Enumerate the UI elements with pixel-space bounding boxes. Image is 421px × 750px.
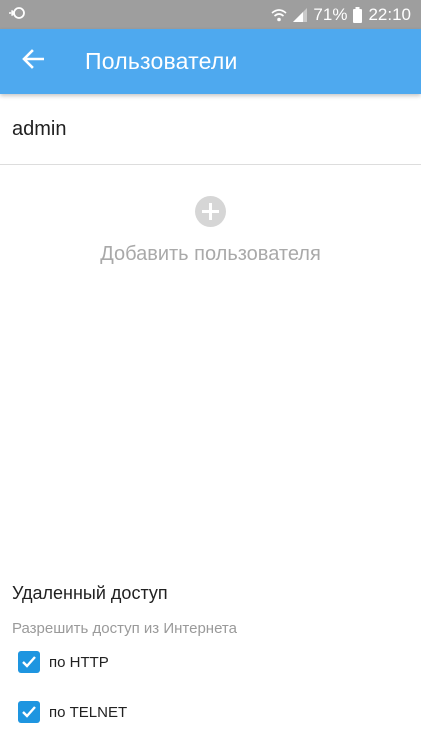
telnet-access-checkbox[interactable]: по TELNET bbox=[18, 699, 127, 725]
page-title: Пользователи bbox=[85, 48, 238, 74]
remote-access-title: Удаленный доступ bbox=[12, 583, 168, 603]
plus-circle-icon bbox=[195, 196, 226, 227]
back-button[interactable] bbox=[3, 29, 63, 94]
clock: 22:10 bbox=[368, 4, 411, 24]
sync-icon bbox=[8, 5, 26, 25]
battery-percent: 71% bbox=[313, 4, 348, 24]
user-name: admin bbox=[12, 117, 67, 140]
status-icons: 71% 22:10 bbox=[271, 5, 411, 25]
add-user-button[interactable]: Добавить пользователя bbox=[0, 190, 421, 270]
app-bar: Пользователи bbox=[0, 29, 421, 94]
http-access-checkbox[interactable]: по HTTP bbox=[18, 649, 109, 675]
remote-access-subtitle: Разрешить доступ из Интернета bbox=[12, 620, 237, 637]
arrow-left-icon bbox=[22, 49, 45, 74]
wifi-icon bbox=[271, 8, 287, 22]
battery-icon bbox=[353, 6, 363, 23]
signal-icon bbox=[293, 7, 308, 22]
http-access-label: по HTTP bbox=[49, 653, 109, 671]
telnet-access-label: по TELNET bbox=[49, 703, 128, 721]
checkbox-checked-icon bbox=[18, 701, 40, 723]
status-bar: 71% 22:10 bbox=[0, 0, 421, 29]
add-user-label: Добавить пользователя bbox=[100, 243, 321, 265]
list-item-user[interactable]: admin bbox=[0, 94, 421, 165]
checkbox-checked-icon bbox=[18, 651, 40, 673]
